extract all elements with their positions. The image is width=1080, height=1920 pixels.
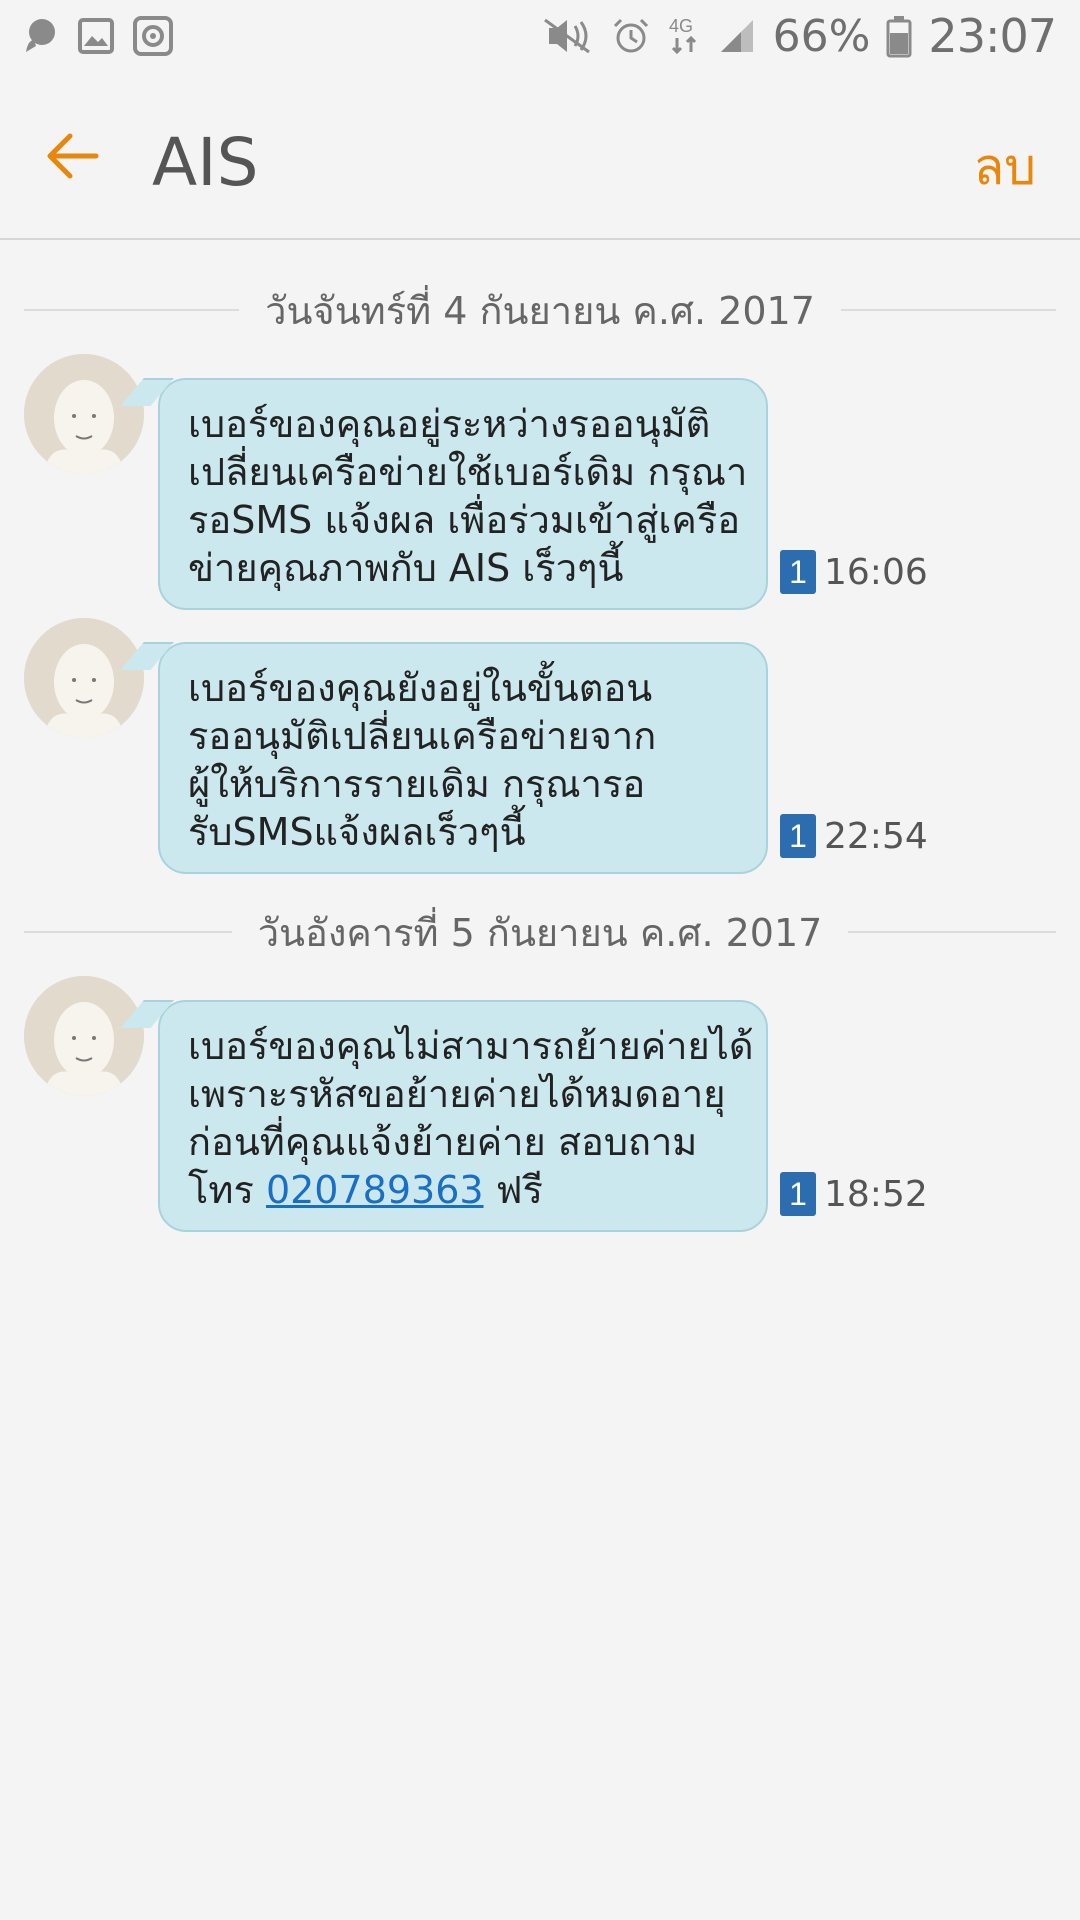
message-text-prefix: โทร (188, 1168, 266, 1212)
message-text-line: โทร 020789363 ฟรี (188, 1166, 740, 1214)
avatar[interactable] (24, 618, 144, 738)
avatar[interactable] (24, 976, 144, 1096)
delete-button[interactable]: ลบ (974, 128, 1036, 207)
status-bar: 4G 66% 23:07 (0, 0, 1080, 72)
message-text-line: เบอร์ของคุณไม่สามารถย้ายค่ายได้ (188, 1024, 754, 1068)
contact-avatar-icon (24, 618, 144, 738)
network-4g-icon: 4G (667, 14, 701, 58)
message-meta: 1 18:52 (780, 1172, 928, 1216)
alarm-icon (611, 16, 651, 56)
network-label: 4G (669, 16, 693, 36)
message-bubble[interactable]: เบอร์ของคุณอยู่ระหว่างรออนุมัติ เปลี่ยนเ… (158, 378, 768, 610)
mute-icon (541, 16, 595, 56)
sim-badge: 1 (780, 550, 816, 594)
message-text-line: เบอร์ของคุณอยู่ระหว่างรออนุมัติ (188, 402, 711, 446)
message-text-line: เบอร์ของคุณยังอยู่ในขั้นตอน (188, 666, 653, 710)
message-text-suffix: ฟรี (483, 1168, 543, 1212)
message-time: 22:54 (824, 815, 928, 857)
message-time: 18:52 (824, 1173, 928, 1215)
sim-badge: 1 (780, 1172, 816, 1216)
message-text-line: รับSMSแจ้งผลเร็วๆนี้ (188, 810, 526, 854)
conversation-title: AIS (152, 124, 259, 201)
message-time: 16:06 (824, 551, 928, 593)
message-bubble[interactable]: เบอร์ของคุณไม่สามารถย้ายค่ายได้ เพราะรหั… (158, 1000, 768, 1232)
media-icon (132, 15, 174, 57)
contact-avatar-icon (24, 354, 144, 474)
date-separator: วันจันทร์ที่ 4 กันยายน ค.ศ. 2017 (24, 280, 1057, 340)
back-button[interactable] (40, 124, 104, 188)
signal-icon (717, 16, 757, 56)
date-label: วันอังคารที่ 5 กันยายน ค.ศ. 2017 (257, 910, 823, 955)
message-text-line: รออนุมัติเปลี่ยนเครือข่ายจาก (188, 714, 657, 758)
image-icon (76, 16, 116, 56)
app-bar: AIS ลบ (0, 72, 1080, 240)
message-bubble[interactable]: เบอร์ของคุณยังอยู่ในขั้นตอน รออนุมัติเปล… (158, 642, 768, 874)
message-text-line: ข่ายคุณภาพกับ AIS เร็วๆนี้ (188, 546, 624, 590)
message-meta: 1 16:06 (780, 550, 928, 594)
date-label: วันจันทร์ที่ 4 กันยายน ค.ศ. 2017 (265, 288, 815, 333)
bubble-icon (20, 16, 60, 56)
message-text-line: ผู้ให้บริการรายเดิม กรุณารอ (188, 762, 646, 806)
sim-badge: 1 (780, 814, 816, 858)
battery-percent: 66% (772, 10, 871, 62)
arrow-left-icon (47, 133, 99, 179)
message-meta: 1 22:54 (780, 814, 928, 858)
phone-number-link[interactable]: 020789363 (266, 1168, 484, 1212)
contact-avatar-icon (24, 976, 144, 1096)
message-text-line: รอSMS แจ้งผล เพื่อร่วมเข้าสู่เครือ (188, 498, 741, 542)
avatar[interactable] (24, 354, 144, 474)
message-text-line: เปลี่ยนเครือข่ายใช้เบอร์เดิม กรุณา (188, 450, 748, 494)
status-time: 23:07 (928, 9, 1057, 63)
battery-icon (886, 14, 912, 58)
message-text-line: ก่อนที่คุณแจ้งย้ายค่าย สอบถาม (188, 1120, 698, 1164)
date-separator: วันอังคารที่ 5 กันยายน ค.ศ. 2017 (24, 902, 1057, 962)
message-text-line: เพราะรหัสขอย้ายค่ายได้หมดอายุ (188, 1072, 726, 1116)
